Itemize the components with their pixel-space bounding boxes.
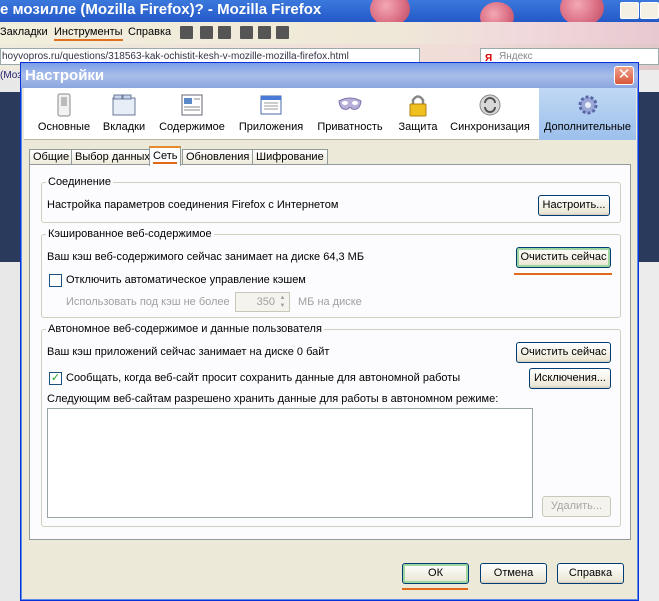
pane-content-button[interactable]: Содержимое — [155, 88, 229, 140]
cache-button-underline — [514, 273, 612, 275]
gear-icon — [578, 95, 597, 115]
pane-privacy-label: Приватность — [317, 121, 383, 133]
stepper-up-icon: ▲ — [279, 295, 286, 301]
offline-list-label: Следующим веб-сайтам разрешено хранить д… — [47, 393, 499, 405]
pane-sync-label: Синхронизация — [450, 121, 530, 133]
cache-limit-label: Использовать под кэш не более — [66, 296, 230, 308]
clear-cache-button[interactable]: Очистить сейчас — [516, 247, 611, 268]
sync-icon — [479, 94, 501, 116]
offline-sites-list[interactable] — [47, 408, 533, 518]
help-button[interactable]: Справка — [557, 563, 624, 584]
clear-offline-button[interactable]: Очистить сейчас — [516, 342, 611, 363]
cache-limit-stepper: 350 ▲ ▼ — [235, 292, 290, 312]
cancel-button[interactable]: Отмена — [480, 563, 547, 584]
offline-notify-checkbox[interactable]: ✓ — [49, 372, 62, 385]
window-restore-button[interactable] — [620, 2, 639, 19]
stepper-down-icon: ▼ — [279, 303, 286, 309]
window-close-button[interactable] — [640, 2, 659, 19]
dialog-title: Настройки — [21, 63, 638, 88]
page-icon[interactable] — [258, 26, 271, 39]
page-right-edge — [637, 70, 659, 601]
offline-notify-label: Сообщать, когда веб-сайт просит сохранит… — [66, 372, 461, 384]
menu-bookmarks[interactable]: Закладки — [0, 26, 48, 38]
override-cache-label: Отключить автоматическое управление кэше… — [66, 274, 306, 286]
connection-settings-button[interactable]: Настроить... — [538, 195, 610, 216]
pane-advanced-button[interactable]: Дополнительные — [539, 88, 636, 140]
browser-title: е мозилле (Mozilla Firefox)? - Mozilla F… — [0, 1, 322, 18]
pane-privacy-button[interactable]: Приватность — [314, 88, 386, 140]
menu-help[interactable]: Справка — [128, 26, 171, 38]
tabs-icon — [112, 94, 136, 116]
remove-offline-button[interactable]: Удалить... — [542, 496, 611, 517]
pane-general-label: Основные — [37, 121, 91, 133]
offline-legend: Автономное веб-содержимое и данные польз… — [46, 323, 324, 335]
menu-tools[interactable]: Инструменты — [54, 26, 123, 41]
tab-data-choices[interactable]: Выбор данных — [71, 149, 154, 165]
offline-group: Автономное веб-содержимое и данные польз… — [41, 323, 621, 527]
content-icon — [181, 94, 203, 116]
ok-button-underline — [402, 588, 468, 590]
switch-icon — [57, 93, 71, 117]
pane-sync-button[interactable]: Синхронизация — [450, 88, 530, 140]
pane-applications-label: Приложения — [238, 121, 304, 133]
pane-tabs-label: Вкладки — [102, 121, 146, 133]
cache-limit-value: 350 — [256, 296, 275, 308]
cache-limit-unit: МБ на диске — [298, 296, 362, 308]
print-icon[interactable] — [240, 26, 253, 39]
browser-tab-label[interactable]: (Моз — [0, 70, 22, 81]
bookmark-star-icon[interactable] — [180, 26, 193, 39]
pane-security-label: Защита — [398, 121, 438, 133]
applications-icon — [260, 95, 282, 115]
pane-content-label: Содержимое — [159, 121, 225, 133]
preferences-dialog: Настройки ✕ Основные Вкладки Содержимое … — [20, 62, 639, 601]
connection-legend: Соединение — [46, 176, 114, 188]
preferences-toolbar: Основные Вкладки Содержимое Приложения П… — [24, 88, 636, 140]
download-icon[interactable] — [200, 26, 213, 39]
browser-menubar: Закладки Инструменты Справка — [0, 22, 659, 44]
cache-size-text: Ваш кэш веб-содержимого сейчас занимает … — [47, 251, 365, 263]
tab-network[interactable]: Сеть — [149, 146, 182, 166]
pane-applications-button[interactable]: Приложения — [235, 88, 307, 140]
pane-advanced-label: Дополнительные — [543, 121, 632, 133]
ok-button[interactable]: ОК — [402, 563, 469, 584]
cache-group: Кэшированное веб-содержимое Ваш кэш веб-… — [41, 228, 621, 318]
tab-update[interactable]: Обновления — [182, 149, 254, 165]
lock-icon — [409, 95, 427, 117]
connection-group: Соединение Настройка параметров соединен… — [41, 176, 621, 223]
offline-size-text: Ваш кэш приложений сейчас занимает на ди… — [47, 346, 330, 358]
network-panel: Соединение Настройка параметров соединен… — [29, 164, 631, 540]
search-placeholder: Яндекс — [499, 51, 533, 62]
close-button[interactable]: ✕ — [614, 66, 634, 85]
cache-legend: Кэшированное веб-содержимое — [46, 228, 214, 240]
home-icon[interactable] — [218, 26, 231, 39]
pane-security-button[interactable]: Защита — [396, 88, 440, 140]
mask-icon — [338, 97, 362, 110]
bookmark-icon[interactable] — [276, 26, 289, 39]
offline-exceptions-button[interactable]: Исключения... — [529, 368, 611, 389]
pane-tabs-button[interactable]: Вкладки — [98, 88, 150, 140]
browser-title-bar: е мозилле (Mozilla Firefox)? - Mozilla F… — [0, 0, 659, 32]
tab-encryption[interactable]: Шифрование — [252, 149, 328, 165]
pane-general-button[interactable]: Основные — [34, 88, 94, 140]
connection-text: Настройка параметров соединения Firefox … — [47, 199, 339, 211]
override-cache-checkbox[interactable] — [49, 274, 62, 287]
tab-general[interactable]: Общие — [29, 149, 74, 165]
